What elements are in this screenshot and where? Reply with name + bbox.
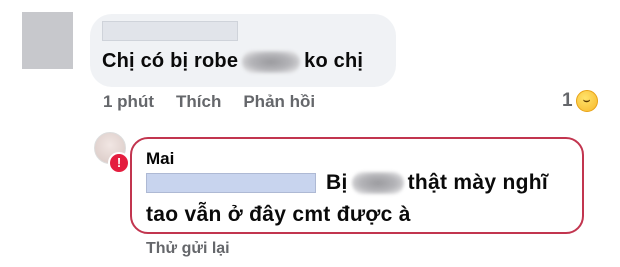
comment-text-after: ko chị bbox=[304, 50, 364, 72]
redacted-commenter-name bbox=[102, 21, 238, 41]
reply-text-line-2: tao vẫn ở đây cmt được à bbox=[146, 203, 411, 226]
commenter-avatar[interactable] bbox=[22, 12, 73, 69]
reply-button[interactable]: Phản hồi bbox=[243, 92, 315, 112]
like-button[interactable]: Thích bbox=[176, 92, 221, 112]
reply-author-name[interactable]: Mai bbox=[146, 149, 174, 169]
blurred-word bbox=[351, 172, 404, 194]
reaction-summary[interactable]: 1 ⌣ bbox=[562, 90, 598, 112]
reply-text-after: thật mày nghĩ bbox=[407, 171, 549, 194]
reaction-count: 1 bbox=[562, 90, 573, 111]
laughing-emoji-icon: ⌣ bbox=[575, 90, 598, 112]
error-exclamation-icon: ! bbox=[108, 152, 130, 174]
comment-actions: 1 phút Thích Phản hồi bbox=[103, 92, 315, 112]
reply-bubble[interactable]: Mai Bị thật mày nghĩ tao vẫn ở đây cmt đ… bbox=[130, 137, 584, 234]
comment-timestamp[interactable]: 1 phút bbox=[103, 92, 154, 112]
reply-text-line-1: Bị thật mày nghĩ bbox=[326, 171, 548, 195]
reply-text-before: Bị bbox=[326, 171, 348, 194]
comment-bubble: Chị có bị robe ko chị bbox=[90, 14, 396, 87]
comment-text: Chị có bị robe ko chị bbox=[102, 50, 363, 73]
retry-send-button[interactable]: Thử gửi lại bbox=[146, 240, 230, 258]
blurred-word bbox=[242, 50, 301, 73]
redacted-tagged-name bbox=[146, 173, 316, 193]
comment-text-before: Chị có bị robe bbox=[102, 50, 239, 72]
